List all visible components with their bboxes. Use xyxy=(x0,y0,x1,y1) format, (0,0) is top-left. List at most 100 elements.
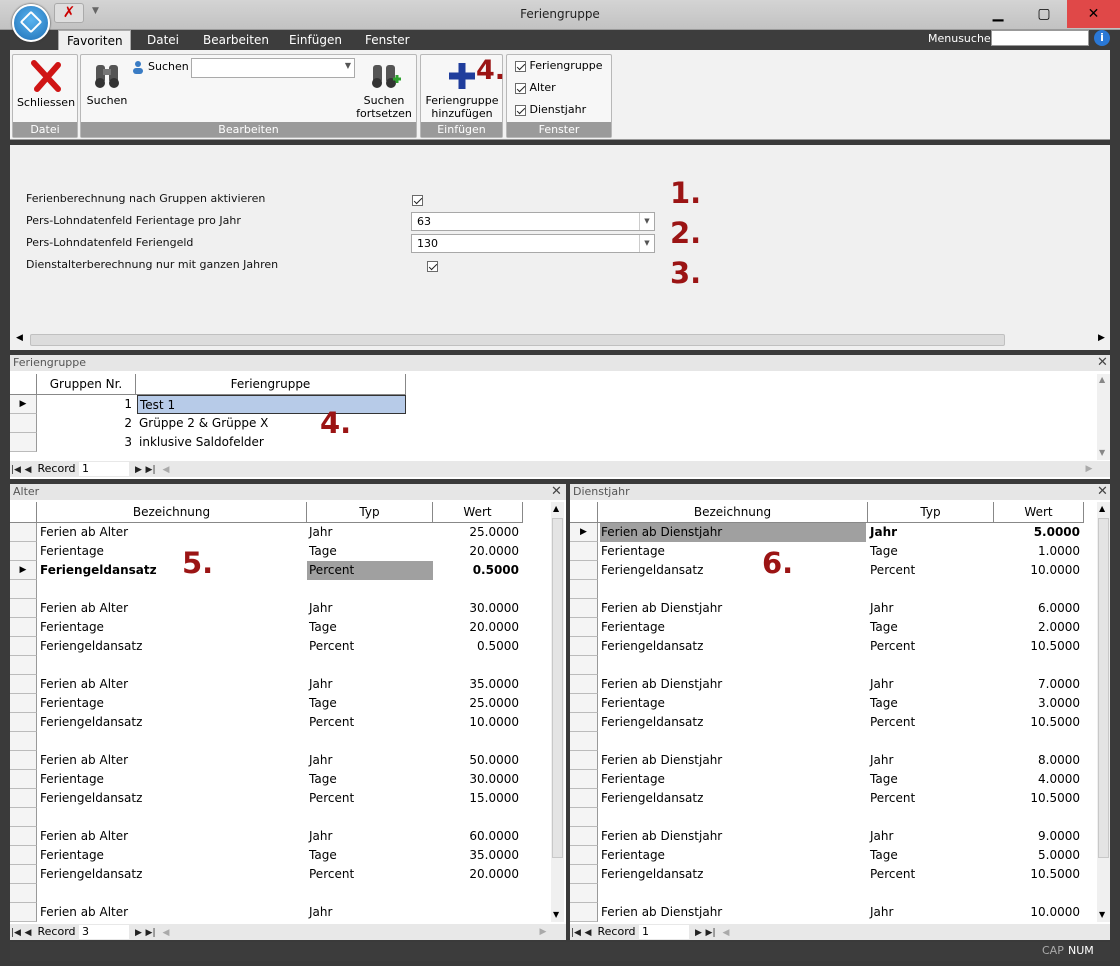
table-row[interactable] xyxy=(570,732,1084,751)
row-selector[interactable] xyxy=(570,903,598,922)
cell-bezeichnung[interactable]: Ferien ab Dienstjahr xyxy=(600,599,866,618)
table-row[interactable] xyxy=(10,884,523,903)
setting-feriengeld-combo[interactable]: 130 ▼ xyxy=(411,234,655,253)
fenster-feriengruppe-checkbox[interactable]: Feriengruppe xyxy=(515,59,603,72)
cell-wert[interactable] xyxy=(433,884,519,903)
cell-bezeichnung[interactable] xyxy=(39,580,305,599)
cell-typ[interactable]: Jahr xyxy=(307,903,433,922)
cell-wert[interactable] xyxy=(433,903,519,922)
scroll-up-icon[interactable]: ▲ xyxy=(1099,504,1105,513)
row-selector[interactable] xyxy=(570,656,598,675)
scroll-left-icon[interactable]: ◀ xyxy=(16,333,23,343)
cell-typ[interactable]: Jahr xyxy=(307,751,433,770)
cell-typ[interactable] xyxy=(868,656,994,675)
cell-bezeichnung[interactable] xyxy=(39,808,305,827)
table-row[interactable]: Ferientage Tage 35.0000 xyxy=(10,846,523,865)
settings-hscrollbar[interactable]: ◀ ▶ xyxy=(14,332,1110,348)
row-selector[interactable] xyxy=(570,713,598,732)
table-row[interactable]: Ferientage Tage 4.0000 xyxy=(570,770,1084,789)
minimize-button[interactable]: ▁ xyxy=(975,0,1021,28)
next-record-icon[interactable]: ▶ xyxy=(693,925,705,941)
row-selector[interactable] xyxy=(10,694,37,713)
row-selector[interactable] xyxy=(10,618,37,637)
cell-bezeichnung[interactable]: Ferien ab Alter xyxy=(39,751,305,770)
table-row[interactable]: Ferien ab Dienstjahr Jahr 6.0000 xyxy=(570,599,1084,618)
cell-typ[interactable]: Jahr xyxy=(307,827,433,846)
scroll-down-icon[interactable]: ▼ xyxy=(553,910,559,919)
cell-typ[interactable] xyxy=(307,808,433,827)
cell-wert[interactable]: 10.5000 xyxy=(994,637,1080,656)
cell-typ[interactable] xyxy=(307,580,433,599)
row-selector[interactable]: ▶ xyxy=(570,523,598,542)
row-selector[interactable] xyxy=(10,865,37,884)
row-selector[interactable] xyxy=(10,713,37,732)
table-row[interactable]: ▶ Ferien ab Dienstjahr Jahr 5.0000 xyxy=(570,523,1084,542)
setting-dienstalter-checkbox[interactable] xyxy=(426,261,438,272)
cell-typ[interactable]: Tage xyxy=(307,542,433,561)
cell-bezeichnung[interactable]: Feriengeldansatz xyxy=(39,789,305,808)
last-record-icon[interactable]: ▶| xyxy=(145,462,157,478)
scroll-right-icon[interactable]: ▶ xyxy=(1098,333,1105,343)
chevron-down-icon[interactable]: ▼ xyxy=(639,235,654,252)
cell-typ[interactable]: Jahr xyxy=(868,751,994,770)
scroll-left-icon[interactable]: ◀ xyxy=(160,462,172,478)
checkbox[interactable] xyxy=(515,104,526,116)
cell-bezeichnung[interactable] xyxy=(39,732,305,751)
cell-typ[interactable]: Tage xyxy=(868,846,994,865)
cell-wert[interactable]: 35.0000 xyxy=(433,675,519,694)
cell-wert[interactable]: 50.0000 xyxy=(433,751,519,770)
cell-bezeichnung[interactable]: Ferientage xyxy=(39,542,305,561)
close-window-button[interactable]: ✕ xyxy=(1067,0,1120,28)
cell-wert[interactable]: 25.0000 xyxy=(433,694,519,713)
table-row[interactable]: Feriengeldansatz Percent 20.0000 xyxy=(10,865,523,884)
cell-bezeichnung[interactable]: Ferientage xyxy=(600,542,866,561)
close-icon[interactable]: ✕ xyxy=(1097,355,1108,370)
col-bezeichnung[interactable]: Bezeichnung xyxy=(598,502,868,523)
row-selector[interactable] xyxy=(570,599,598,618)
next-record-icon[interactable]: ▶ xyxy=(133,462,145,478)
suchen-button[interactable]: Suchen xyxy=(83,57,131,117)
row-selector[interactable] xyxy=(570,884,598,903)
col-typ[interactable]: Typ xyxy=(868,502,994,523)
cell-typ[interactable] xyxy=(868,884,994,903)
schliessen-button[interactable]: Schliessen xyxy=(15,57,77,119)
cell-wert[interactable]: 30.0000 xyxy=(433,770,519,789)
cell-wert[interactable]: 60.0000 xyxy=(433,827,519,846)
row-selector[interactable] xyxy=(10,751,37,770)
cell-bezeichnung[interactable]: Feriengeldansatz xyxy=(600,865,866,884)
cell-wert[interactable] xyxy=(994,656,1080,675)
prev-record-icon[interactable]: ◀ xyxy=(22,925,34,941)
cell-bezeichnung[interactable] xyxy=(600,656,866,675)
row-selector[interactable] xyxy=(10,542,37,561)
cell-typ[interactable]: Jahr xyxy=(868,827,994,846)
info-icon[interactable]: i xyxy=(1094,30,1110,46)
table-row[interactable]: Ferientage Tage 30.0000 xyxy=(10,770,523,789)
record-input[interactable]: 3 xyxy=(79,925,130,939)
col-wert[interactable]: Wert xyxy=(433,502,523,523)
first-record-icon[interactable]: |◀ xyxy=(10,925,22,941)
cell-typ[interactable] xyxy=(307,732,433,751)
row-selector[interactable] xyxy=(10,846,37,865)
cell-bezeichnung[interactable]: Feriengeldansatz xyxy=(600,561,866,580)
cell-typ[interactable]: Jahr xyxy=(868,903,994,922)
row-selector[interactable] xyxy=(570,637,598,656)
row-selector[interactable] xyxy=(570,618,598,637)
row-selector[interactable] xyxy=(10,789,37,808)
cell-wert[interactable]: 10.5000 xyxy=(994,865,1080,884)
cell-typ[interactable]: Jahr xyxy=(868,599,994,618)
row-selector[interactable] xyxy=(570,694,598,713)
table-row[interactable]: Feriengeldansatz Percent 10.0000 xyxy=(10,713,523,732)
table-row[interactable]: Ferien ab Alter Jahr 30.0000 xyxy=(10,599,523,618)
row-selector[interactable] xyxy=(570,675,598,694)
row-selector[interactable] xyxy=(570,789,598,808)
table-row[interactable] xyxy=(570,656,1084,675)
cell-bezeichnung[interactable]: Ferientage xyxy=(39,618,305,637)
row-selector[interactable] xyxy=(570,580,598,599)
cell-typ[interactable]: Jahr xyxy=(868,523,994,542)
cell-typ[interactable] xyxy=(307,656,433,675)
cell-typ[interactable]: Tage xyxy=(868,618,994,637)
table-row[interactable]: Ferientage Tage 25.0000 xyxy=(10,694,523,713)
table-row[interactable]: Feriengeldansatz Percent 10.5000 xyxy=(570,713,1084,732)
col-wert[interactable]: Wert xyxy=(994,502,1084,523)
table-row[interactable]: Ferien ab Alter Jahr xyxy=(10,903,523,922)
